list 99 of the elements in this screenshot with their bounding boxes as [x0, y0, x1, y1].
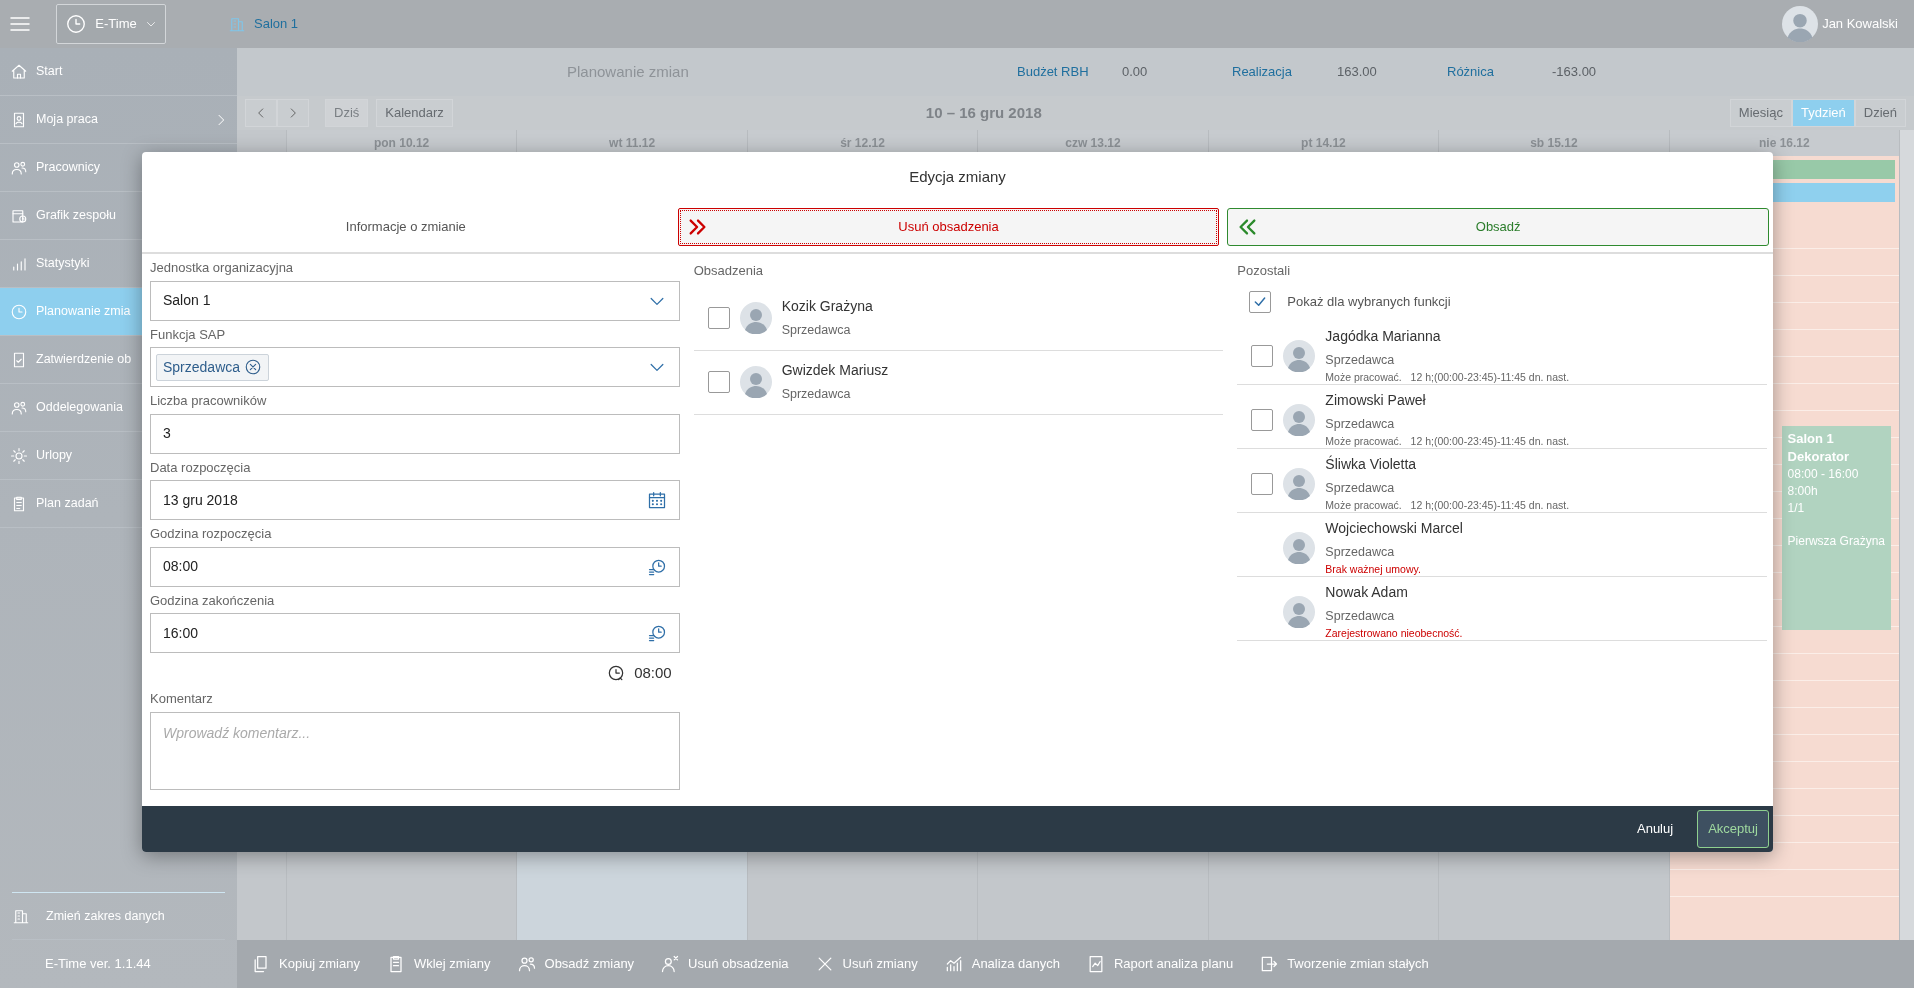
- toolbar-button[interactable]: Raport analiza planu: [1085, 954, 1234, 974]
- shift-title: Salon 1: [1787, 430, 1835, 448]
- input-field[interactable]: 13 gru 2018: [150, 480, 680, 520]
- avatar-icon: [739, 302, 772, 334]
- shift-detail: 08:00 - 16:00: [1787, 466, 1860, 484]
- shift-detail: 1/1: [1787, 499, 1806, 517]
- dialog-title: Edycja zmiany: [908, 166, 1007, 187]
- field-label: Godzina rozpoczęcia: [150, 525, 273, 543]
- calendar-button[interactable]: Kalendarz: [376, 99, 453, 127]
- people-icon: [516, 954, 537, 974]
- select-field[interactable]: Salon 1: [150, 280, 680, 321]
- person-name: Śliwka Violetta: [1325, 454, 1418, 475]
- person-role: Sprzedawca: [1325, 352, 1396, 370]
- field-label: Komentarz: [150, 690, 214, 708]
- checkbox[interactable]: [1251, 473, 1274, 495]
- person-role: Sprzedawca: [781, 322, 852, 340]
- metric-value: 0.00: [1122, 63, 1148, 82]
- toolbar-button[interactable]: Usuń zmiany: [814, 954, 918, 974]
- availability-text: Może pracować. 12 h;(00:00-23:45)-11:45 dn. nast.: [1325, 498, 1570, 513]
- toolbar-button[interactable]: Obsadź zmiany: [516, 954, 635, 974]
- home-icon: [10, 62, 28, 81]
- user-name[interactable]: Jan Kowalski: [1822, 14, 1898, 34]
- person-role: Sprzedawca: [781, 386, 852, 404]
- shift-card[interactable]: Salon 1 Dekorator 08:00 - 16:00 8:00h 1/1 Pierwsza Grażyna: [1781, 426, 1892, 630]
- shift-function: Dekorator: [1787, 448, 1851, 467]
- multi-select-field[interactable]: Sprzedawca: [150, 347, 680, 387]
- checkbox[interactable]: [1249, 290, 1272, 313]
- day-header: nie 16.12: [1669, 130, 1900, 156]
- building-icon: [228, 15, 246, 33]
- person-name: Gwizdek Mariusz: [781, 361, 889, 381]
- person-name: Nowak Adam: [1325, 583, 1409, 603]
- view-tab[interactable]: Miesiąc: [1729, 99, 1792, 127]
- clock-icon: [646, 623, 667, 643]
- sun-icon: [10, 446, 28, 465]
- app-switcher[interactable]: E-Time: [56, 4, 166, 44]
- person-x-icon: [660, 954, 681, 974]
- toolbar-button[interactable]: Usuń obsadzenia: [660, 954, 789, 974]
- view-tab[interactable]: Tydzień: [1791, 99, 1855, 127]
- person-role: Sprzedawca: [1325, 416, 1396, 434]
- location-link[interactable]: Salon 1: [254, 14, 299, 34]
- remove-icon: [244, 358, 263, 376]
- avatar-icon: [1283, 404, 1316, 436]
- field-label: Godzina zakończenia: [150, 591, 276, 610]
- clock-icon: [10, 302, 28, 321]
- metric-value: 163.00: [1337, 63, 1377, 82]
- calendar-icon: [646, 490, 667, 510]
- toolbar-button[interactable]: Tworzenie zmian stałych: [1259, 954, 1429, 974]
- person-role: Sprzedawca: [1325, 544, 1396, 562]
- shift-employee: Pierwsza Grażyna: [1787, 532, 1886, 550]
- person-name: Zimowski Paweł: [1325, 391, 1427, 411]
- accept-button[interactable]: Akceptuj: [1697, 810, 1769, 848]
- comment-field[interactable]: Wprowadź komentarz...: [150, 711, 680, 790]
- version-label: E-Time ver. 1.1.44: [45, 955, 151, 974]
- metric-label: Budżet RBH: [1017, 63, 1090, 82]
- avatar-icon: [1283, 596, 1316, 628]
- input-field[interactable]: 3: [150, 413, 680, 454]
- checkbox[interactable]: [1251, 409, 1274, 431]
- assign-button[interactable]: Obsadź: [1227, 208, 1769, 246]
- duration-value: 08:00: [634, 662, 672, 683]
- warning-text: Zarejestrowano nieobecność.: [1325, 626, 1463, 641]
- section-title: Informacje o zmianie: [345, 218, 466, 237]
- avatar-icon: [739, 366, 772, 398]
- checkbox[interactable]: [1251, 345, 1274, 367]
- input-field[interactable]: 08:00: [150, 546, 680, 587]
- view-tab[interactable]: Dzień: [1854, 99, 1906, 127]
- scrollbar[interactable]: [1900, 130, 1914, 940]
- toolbar-button[interactable]: Kopiuj zmiany: [251, 954, 360, 974]
- checkbox-label: Pokaż dla wybranych funkcji: [1287, 292, 1451, 311]
- toolbar-button[interactable]: Wklej zmiany: [385, 954, 491, 974]
- metric-value: -163.00: [1552, 63, 1597, 82]
- person-name: Jagódka Marianna: [1325, 327, 1442, 347]
- date-range: 10 – 16 gru 2018: [925, 102, 1042, 123]
- cancel-button[interactable]: Anuluj: [1625, 813, 1686, 845]
- avatar-icon: [1283, 532, 1316, 564]
- sidebar-item[interactable]: Zmień zakres danych: [12, 892, 225, 940]
- availability-text: Może pracować. 12 h;(00:00-23:45)-11:45 dn. nast.: [1325, 370, 1570, 385]
- metric-label: Realizacja: [1232, 63, 1293, 82]
- export-icon: [1259, 954, 1280, 974]
- toolbar-button[interactable]: Analiza danych: [943, 954, 1060, 974]
- checkbox[interactable]: [707, 371, 730, 393]
- checkbox[interactable]: [707, 307, 730, 329]
- metric-label: Różnica: [1447, 63, 1495, 82]
- warning-text: Brak ważnej umowy.: [1325, 562, 1422, 577]
- person-role: Sprzedawca: [1325, 480, 1396, 498]
- remove-assignments-button[interactable]: Usuń obsadzenia: [677, 208, 1220, 246]
- column-title: Obsadzenia: [693, 262, 765, 280]
- avatar-icon: [1283, 340, 1316, 372]
- building-icon: [12, 907, 30, 925]
- token[interactable]: Sprzedawca: [156, 353, 270, 381]
- avatar-icon: [1283, 468, 1316, 500]
- person-name: Wojciechowski Marcel: [1325, 519, 1463, 539]
- input-field[interactable]: 16:00: [150, 613, 680, 653]
- clock-icon: [65, 13, 88, 35]
- column-title: Pozostali: [1237, 262, 1292, 280]
- shift-detail: 8:00h: [1787, 483, 1819, 500]
- avatar-icon: [1782, 6, 1819, 42]
- availability-text: Może pracować. 12 h;(00:00-23:45)-11:45 dn. nast.: [1325, 434, 1570, 449]
- person-role: Sprzedawca: [1325, 608, 1396, 626]
- person-name: Kozik Grażyna: [781, 297, 873, 317]
